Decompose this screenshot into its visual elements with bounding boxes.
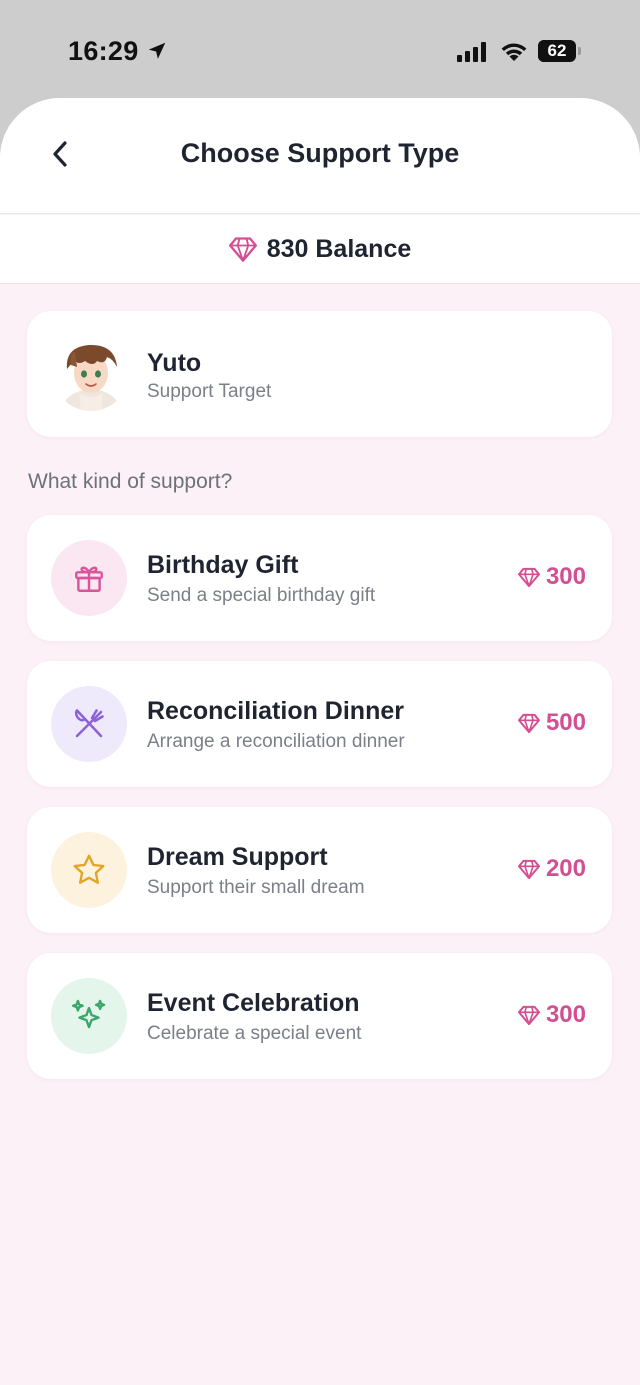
price-value: 200: [545, 855, 586, 882]
diamond-icon: [517, 1005, 540, 1025]
location-arrow-icon: [148, 42, 166, 59]
page-title: Choose Support Type: [180, 138, 460, 168]
target-name: Yuto: [147, 349, 202, 377]
sparkles-icon-circle: [51, 978, 127, 1054]
option-event-celebration[interactable]: Event Celebration Celebrate a special ev…: [27, 953, 612, 1079]
option-title: Event Celebration: [147, 989, 360, 1017]
avatar: [53, 335, 129, 411]
option-dream-support[interactable]: Dream Support Support their small dream …: [27, 807, 612, 933]
status-bar: 16:29 62: [0, 0, 640, 100]
diamond-icon: [517, 567, 540, 587]
option-price: 300: [517, 1001, 586, 1029]
support-sheet: Choose Support Type 830 Balance Yuto Sup…: [0, 98, 640, 1385]
signal-icon: [457, 42, 486, 62]
balance-amount: 830 Balance: [266, 234, 412, 263]
section-label: What kind of support?: [28, 470, 233, 493]
price-value: 300: [545, 1001, 586, 1028]
option-price: 500: [517, 709, 586, 737]
support-target-card: Yuto Support Target: [27, 311, 612, 437]
utensils-icon-circle: [51, 686, 127, 762]
option-price: 300: [517, 563, 586, 591]
option-title: Reconciliation Dinner: [147, 697, 404, 725]
diamond-icon: [517, 859, 540, 879]
diamond-icon: [517, 713, 540, 733]
option-title: Dream Support: [147, 843, 328, 871]
price-value: 500: [545, 709, 586, 736]
option-reconciliation-dinner[interactable]: Reconciliation Dinner Arrange a reconcil…: [27, 661, 612, 787]
option-price: 200: [517, 855, 586, 883]
option-title: Birthday Gift: [147, 551, 299, 579]
option-birthday-gift[interactable]: Birthday Gift Send a special birthday gi…: [27, 515, 612, 641]
option-description: Send a special birthday gift: [147, 585, 376, 606]
balance-bar: 830 Balance: [0, 215, 640, 284]
option-description: Support their small dream: [147, 877, 365, 898]
status-time: 16:29: [68, 36, 139, 66]
sparkles-icon: [71, 999, 106, 1029]
wifi-icon: [501, 43, 527, 61]
option-description: Celebrate a special event: [147, 1023, 362, 1044]
battery-cap: [578, 47, 581, 55]
header: Choose Support Type: [0, 98, 640, 214]
diamond-icon: [228, 237, 257, 262]
star-icon-circle: [51, 832, 127, 908]
price-value: 300: [545, 563, 586, 590]
battery-icon: 62: [538, 40, 576, 62]
gift-icon: [75, 566, 103, 592]
star-icon: [73, 854, 105, 884]
option-description: Arrange a reconciliation dinner: [147, 731, 405, 752]
utensils-icon: [74, 709, 104, 738]
target-subtitle: Support Target: [147, 381, 272, 402]
battery-percent: 62: [547, 41, 567, 60]
gift-icon-circle: [51, 540, 127, 616]
